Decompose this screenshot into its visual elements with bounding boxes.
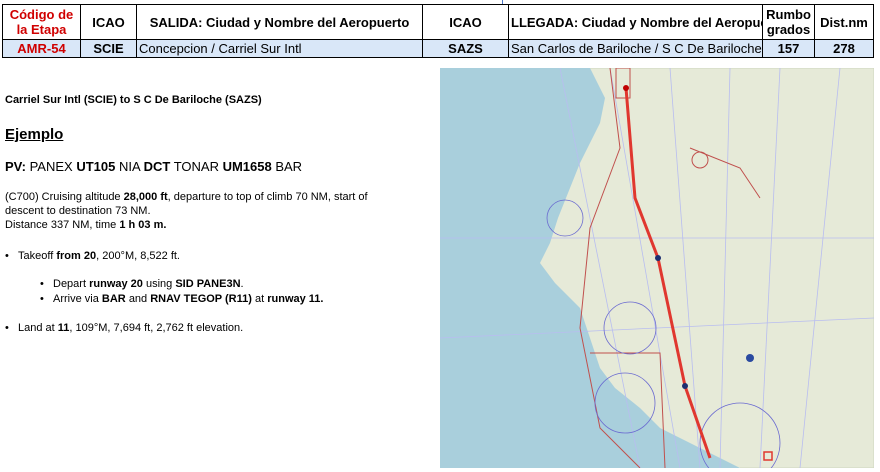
arrive-fix: BAR [101, 293, 126, 305]
route-title: Carriel Sur Intl (SCIE) to S C De Barilo… [5, 94, 262, 106]
land-details: , 109°M, 7,694 ft, 2,762 ft elevation. [69, 322, 244, 334]
bullet: • [5, 250, 9, 262]
bullet: • [5, 322, 9, 334]
cell-icao-departure: SCIE [80, 39, 137, 58]
cell-codigo: AMR-54 [2, 39, 81, 58]
land-text: Land at [18, 322, 55, 334]
header-rumbo: Rumbo grados [762, 4, 815, 40]
bullet: • [40, 278, 44, 290]
arrive-text: Arrive via [53, 293, 99, 305]
arrive-runway: runway 11. [267, 293, 324, 305]
depart-text: . [240, 278, 244, 290]
cruise-info: (C700) Cruising altitude 28,000 ft, depa… [5, 190, 405, 232]
cell-rumbo: 157 [762, 39, 815, 58]
arrive-text: and [128, 293, 148, 305]
cruise-altitude: 28,000 ft [123, 191, 168, 203]
waypoint-marker [655, 255, 661, 261]
airport-marker [746, 354, 754, 362]
flight-plan-route: PV: PANEX UT105 NIA DCT TONAR UM1658 BAR [5, 159, 302, 174]
pv-airway: UT105 [76, 159, 116, 174]
cell-llegada: San Carlos de Bariloche / S C De Bariloc… [508, 39, 763, 58]
depart-text: using [145, 278, 173, 290]
pv-label: PV: [5, 159, 26, 174]
takeoff-text: Takeoff [18, 250, 54, 262]
header-codigo: Código de la Etapa [2, 4, 81, 40]
pv-waypoint: PANEX [29, 159, 73, 174]
pv-waypoint: BAR [275, 159, 303, 174]
flight-time: 1 h 03 m. [119, 219, 167, 231]
land-runway: 11 [57, 322, 70, 334]
depart-sid: SID PANE3N [175, 278, 241, 290]
land-item: • Land at 11, 109°M, 7,694 ft, 2,762 ft … [5, 321, 244, 335]
leg-table-row: AMR-54 SCIE Concepcion / Carriel Sur Int… [2, 39, 874, 58]
depart-text: Depart [53, 278, 87, 290]
cell-salida: Concepcion / Carriel Sur Intl [136, 39, 423, 58]
route-map [440, 68, 874, 468]
depart-runway: runway 20 [89, 278, 143, 290]
pv-airway: DCT [143, 159, 171, 174]
route-title-block: Carriel Sur Intl (SCIE) to S C De Barilo… [5, 94, 430, 106]
pv-airway: UM1658 [222, 159, 272, 174]
waypoint-marker [682, 383, 688, 389]
leg-table: Código de la Etapa ICAO SALIDA: Ciudad y… [2, 4, 874, 58]
cell-dist: 278 [814, 39, 874, 58]
cruise-text: (C700) Cruising altitude [5, 191, 121, 203]
distance-text: Distance 337 NM, time [5, 219, 117, 231]
takeoff-details: , 200°M, 8,522 ft. [96, 250, 180, 262]
departure-airport-marker [623, 85, 629, 91]
takeoff-runway: from 20 [56, 250, 97, 262]
leg-table-header-row: Código de la Etapa ICAO SALIDA: Ciudad y… [2, 4, 874, 40]
arrive-item: • Arrive via BAR and RNAV TEGOP (R11) at… [40, 292, 324, 306]
header-llegada: LLEGADA: Ciudad y Nombre del Aeropuerto [508, 4, 763, 40]
pv-waypoint: TONAR [173, 159, 219, 174]
depart-item: • Depart runway 20 using SID PANE3N. [40, 277, 244, 291]
header-icao-departure: ICAO [80, 4, 137, 40]
arrive-approach: RNAV TEGOP (R11) [150, 293, 252, 305]
header-icao-arrival: ICAO [422, 4, 509, 40]
header-salida: SALIDA: Ciudad y Nombre del Aeropuerto [136, 4, 423, 40]
bullet: • [40, 293, 44, 305]
ejemplo-heading: Ejemplo [5, 126, 64, 143]
header-dist: Dist.nm [814, 4, 874, 40]
takeoff-item: • Takeoff from 20, 200°M, 8,522 ft. [5, 249, 180, 263]
pv-waypoint: NIA [118, 159, 140, 174]
route-map-svg [440, 68, 874, 468]
cell-icao-arrival: SAZS [422, 39, 509, 58]
arrive-text: at [254, 293, 265, 305]
